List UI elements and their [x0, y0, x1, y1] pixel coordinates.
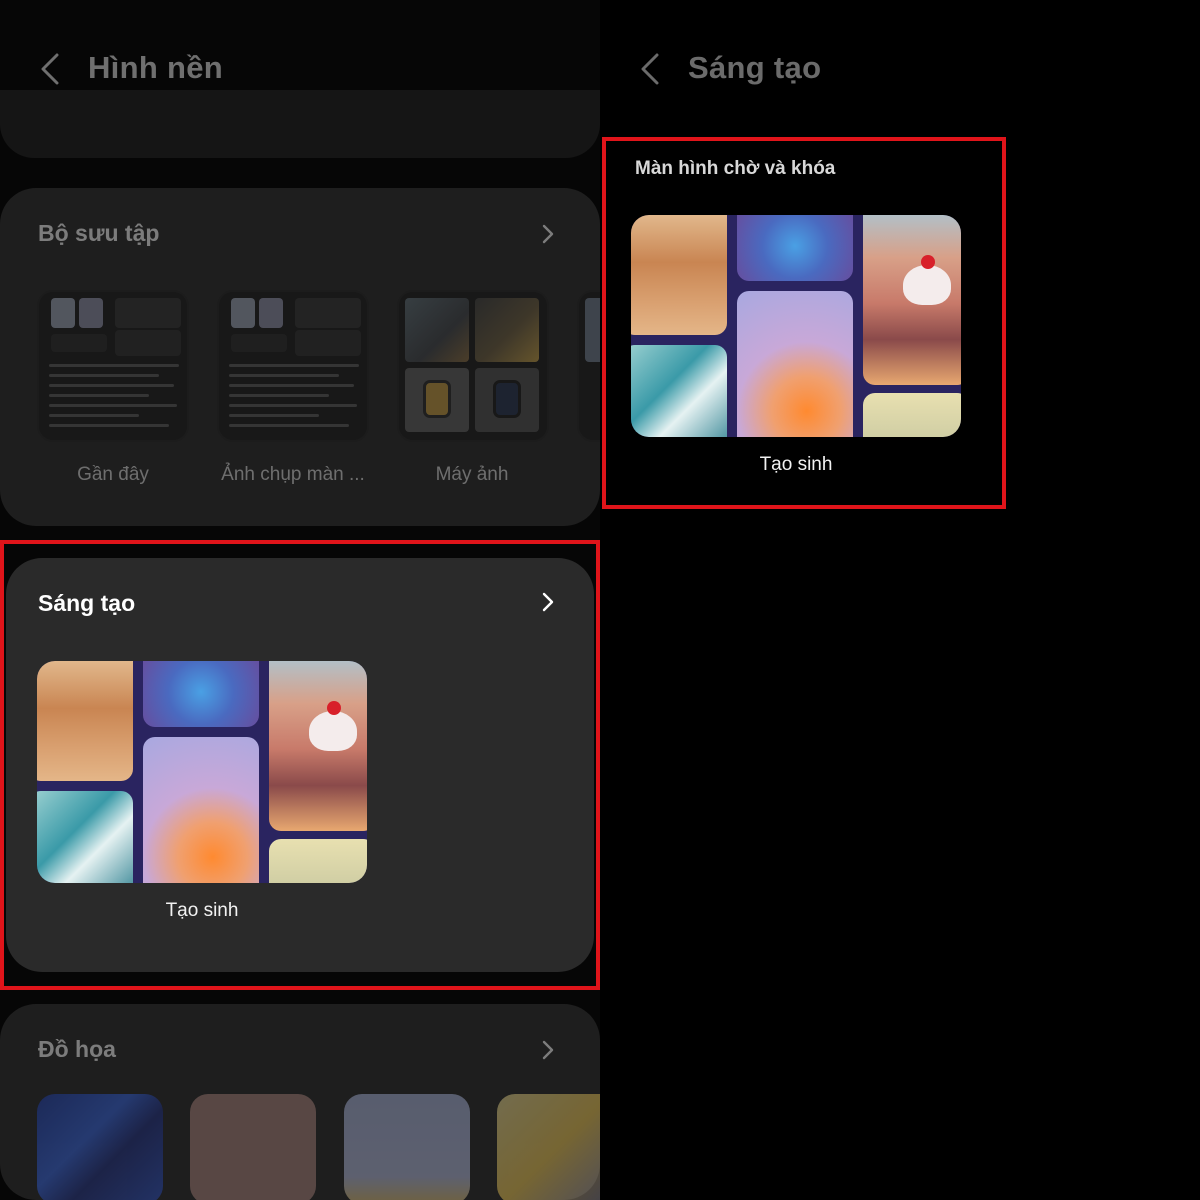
album-camera-label: Máy ảnh	[435, 464, 509, 485]
graphic-wallpaper-lavender[interactable]	[344, 1094, 470, 1200]
collections-card[interactable]: Bộ sưu tập Gần đây Ảnh chụp màn ... Máy …	[0, 188, 600, 526]
graphics-card[interactable]: Đồ họa	[0, 1004, 600, 1200]
graphics-more-button[interactable]	[536, 1034, 560, 1066]
creative-header: Sáng tạo	[600, 0, 1200, 118]
chevron-left-icon	[41, 53, 59, 85]
graphic-wallpaper-mauve[interactable]	[190, 1094, 316, 1200]
graphics-title: Đồ họa	[38, 1036, 116, 1062]
cloud-tile	[737, 215, 853, 281]
dessert-tile	[863, 215, 961, 385]
collections-title: Bộ sưu tập	[38, 220, 160, 246]
section-title: Màn hình chờ và khóa	[635, 158, 836, 179]
wallpaper-screen: Hình nền Bộ sưu tập Gần đây Ảnh chụp màn…	[0, 0, 600, 1200]
wallpaper-header: Hình nền	[0, 0, 600, 118]
generative-wallpaper-thumbnail[interactable]	[631, 215, 961, 437]
album-camera-thumbnail[interactable]	[397, 290, 549, 442]
flower-tile	[737, 291, 853, 437]
album-screenshots-label: Ảnh chụp màn ...	[221, 464, 365, 485]
chevron-right-icon	[542, 224, 554, 244]
sky-tile	[863, 393, 961, 437]
back-button[interactable]	[30, 46, 70, 92]
album-recent-label: Gần đây	[77, 464, 149, 485]
graphic-wallpaper-blue[interactable]	[37, 1094, 163, 1200]
page-title: Sáng tạo	[688, 50, 822, 85]
generative-label: Tạo sinh	[759, 454, 833, 475]
chevron-right-icon	[542, 1040, 554, 1060]
highlight-frame	[0, 540, 600, 990]
creative-screen: Sáng tạo Màn hình chờ và khóa Tạo sinh	[600, 0, 1200, 1200]
table-tile	[631, 215, 727, 335]
album-screenshots-thumbnail[interactable]	[217, 290, 369, 442]
collections-more-button[interactable]	[536, 218, 560, 250]
page-title: Hình nền	[88, 50, 223, 85]
graphic-wallpaper-yellow[interactable]	[497, 1094, 600, 1200]
back-button[interactable]	[630, 46, 670, 92]
chevron-left-icon	[641, 53, 659, 85]
album-next-thumbnail[interactable]	[577, 290, 600, 442]
album-recent-thumbnail[interactable]	[37, 290, 189, 442]
wave-tile	[631, 345, 727, 437]
